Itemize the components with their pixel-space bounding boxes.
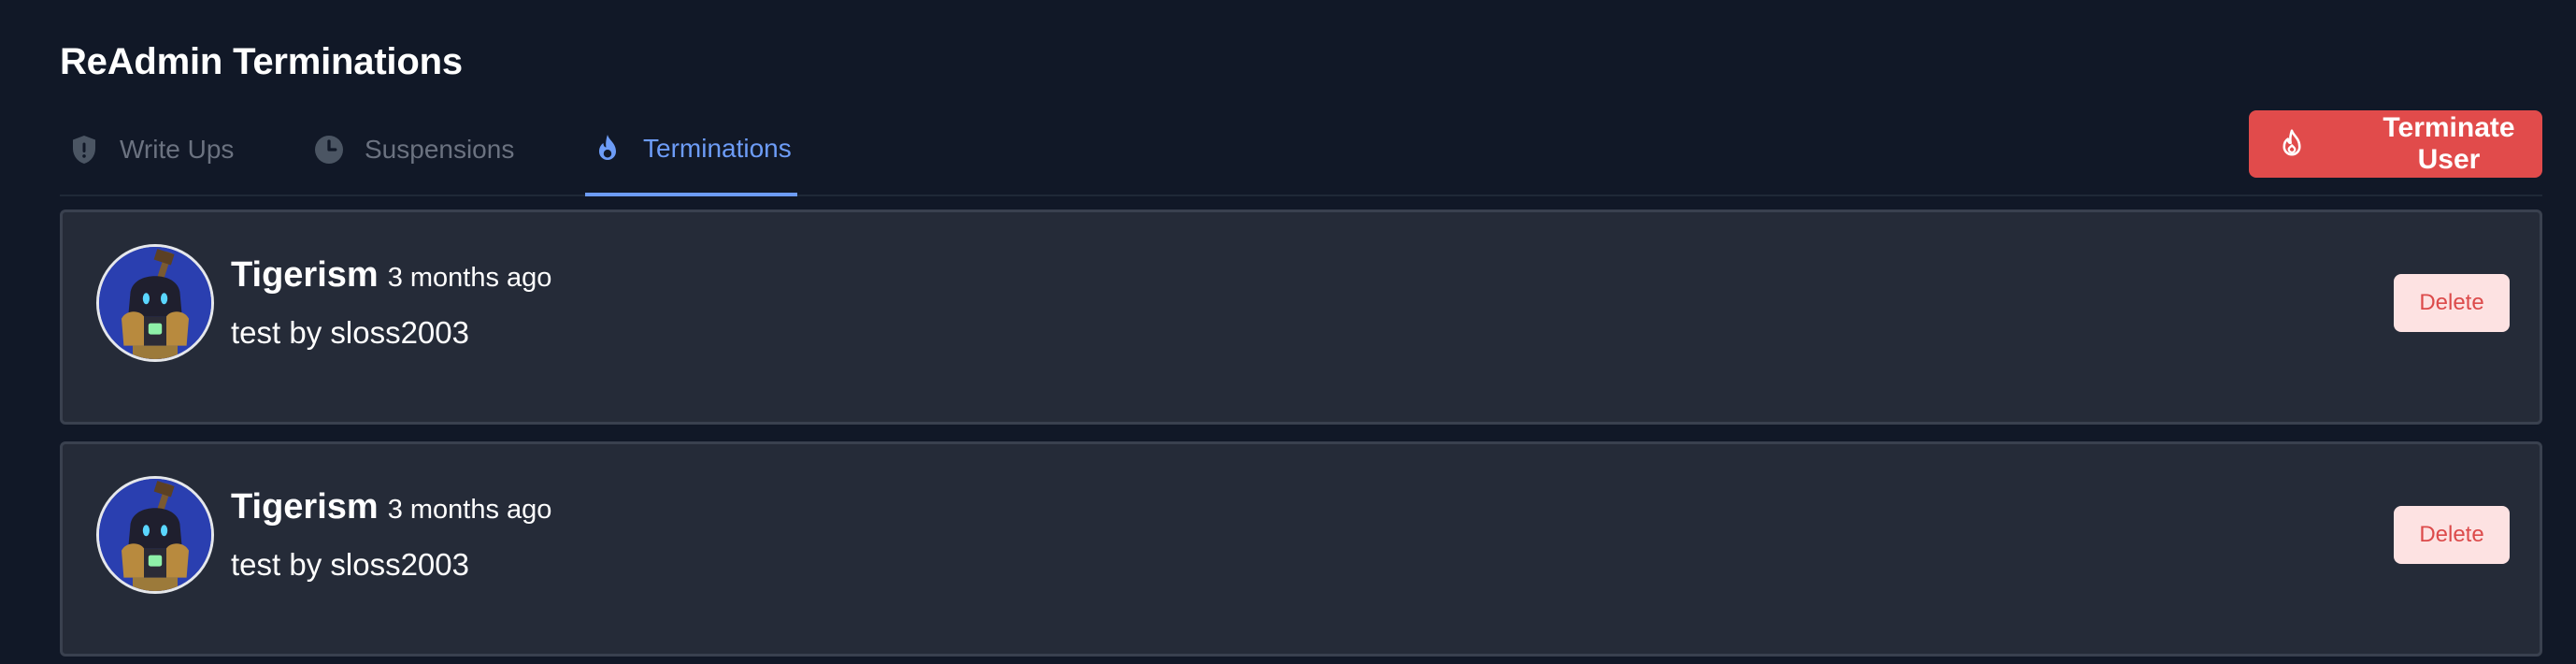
terminations-list: Tigerism 3 months ago test by sloss2003 … — [60, 209, 2542, 664]
termination-reason: test by sloss2003 — [231, 547, 469, 582]
avatar — [96, 244, 214, 362]
termination-card: Tigerism 3 months ago test by sloss2003 … — [60, 441, 2542, 657]
tab-label: Write Ups — [120, 135, 235, 164]
terminate-user-button[interactable]: Terminate User — [2249, 110, 2542, 178]
name-row: Tigerism 3 months ago — [231, 255, 551, 296]
user-name: Tigerism — [231, 255, 379, 295]
page: ReAdmin Terminations Write Ups Suspensio… — [0, 0, 2576, 664]
fire-icon — [2275, 127, 2309, 161]
termination-card: Tigerism 3 months ago test by sloss2003 … — [60, 209, 2542, 425]
tab-label: Suspensions — [365, 135, 515, 164]
name-row: Tigerism 3 months ago — [231, 487, 551, 527]
tab-terminations[interactable]: Terminations — [585, 105, 797, 196]
page-title: ReAdmin Terminations — [60, 41, 463, 82]
termination-reason: test by sloss2003 — [231, 315, 469, 350]
tab-label: Terminations — [643, 134, 792, 163]
timestamp: 3 months ago — [387, 263, 552, 293]
terminate-user-label: Terminate User — [2383, 112, 2515, 175]
avatar — [96, 476, 214, 594]
tab-suspensions[interactable]: Suspensions — [307, 105, 520, 195]
tab-bar: Write Ups Suspensions Terminations — [60, 105, 2542, 196]
user-name: Tigerism — [231, 487, 379, 527]
timestamp: 3 months ago — [387, 495, 552, 525]
shield-icon — [67, 133, 101, 166]
fire-icon — [591, 132, 624, 166]
delete-button[interactable]: Delete — [2394, 274, 2510, 332]
tab-write-ups[interactable]: Write Ups — [62, 105, 239, 195]
delete-button[interactable]: Delete — [2394, 506, 2510, 564]
clock-icon — [312, 133, 346, 166]
